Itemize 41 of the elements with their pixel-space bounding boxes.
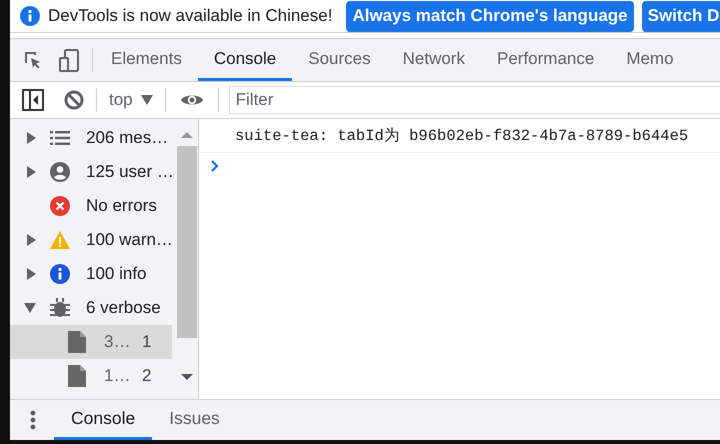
infobar-message: DevTools is now available in Chinese!	[48, 6, 332, 26]
more-menu-icon[interactable]	[30, 410, 36, 430]
console-message: suite-tea: tabId为 b96b02eb-f832-4b7a-8789-b644e5	[235, 127, 688, 145]
file-icon	[68, 331, 86, 353]
error-icon	[50, 196, 70, 216]
sidebar-item[interactable]: 6 verbose	[86, 298, 161, 318]
panel-tab[interactable]: Memo	[610, 39, 690, 81]
file-group-item[interactable]: 1… 2	[10, 359, 172, 393]
sidebar-item[interactable]: 125 user …	[86, 162, 174, 182]
language-button[interactable]: Always match Chrome's language	[346, 0, 634, 32]
context-dropdown[interactable]: top	[105, 90, 157, 110]
expand-arrow-icon[interactable]	[27, 166, 36, 178]
drawer-tab[interactable]: Issues	[152, 400, 237, 440]
file-group-item[interactable]: 3… 1	[10, 325, 172, 359]
expand-arrow-icon[interactable]	[27, 132, 36, 144]
sidebar-item[interactable]: No errors	[86, 196, 157, 216]
caret-icon	[140, 95, 153, 105]
panel-tab[interactable]: Performance	[480, 39, 610, 81]
panel-tab[interactable]: Elements	[95, 39, 198, 81]
device-toolbar-icon[interactable]	[58, 48, 80, 72]
drawer-tab[interactable]: Console	[54, 400, 152, 440]
expand-arrow-icon[interactable]	[24, 303, 36, 313]
filter-field[interactable]: Filter	[228, 86, 720, 114]
expand-arrow-icon[interactable]	[27, 234, 36, 246]
sidebar-toggle-icon[interactable]	[22, 89, 44, 111]
expand-arrow-icon[interactable]	[27, 268, 36, 280]
panel-tab[interactable]: Network	[386, 39, 481, 81]
prompt-icon[interactable]	[211, 160, 219, 172]
info-icon	[20, 6, 40, 26]
language-button[interactable]: Switch D	[642, 0, 720, 32]
clear-icon[interactable]	[64, 90, 84, 110]
list-icon	[50, 128, 70, 148]
user-icon	[50, 162, 70, 182]
bug-icon	[50, 298, 70, 318]
sidebar-item[interactable]: 100 warn…	[86, 230, 173, 250]
warning-icon	[50, 230, 70, 250]
info-icon	[50, 264, 70, 284]
file-icon	[68, 365, 86, 387]
panel-tab[interactable]: Sources	[292, 39, 387, 81]
sidebar-item[interactable]: 206 mes…	[86, 128, 168, 148]
sidebar-item[interactable]: 100 info	[86, 264, 146, 284]
